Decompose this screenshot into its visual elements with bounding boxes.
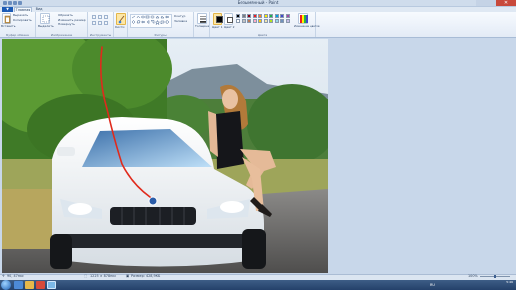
palette-swatch[interactable]	[241, 19, 246, 23]
palette-swatch[interactable]	[247, 14, 251, 18]
color-picker-icon[interactable]	[98, 21, 102, 25]
cursor-position: 90, 47пкс	[7, 274, 24, 278]
shapes-group-label: Фигуры	[154, 33, 167, 37]
edit-colors-button[interactable]	[298, 13, 308, 24]
cursor-icon: ✛	[2, 274, 5, 278]
selection-icon: ⬚	[84, 274, 88, 278]
save-icon[interactable]	[8, 1, 12, 5]
size-label: Толщина	[195, 24, 210, 28]
tools-group-label: Инструменты	[89, 33, 112, 37]
fill-bucket-icon[interactable]	[98, 15, 102, 19]
taskbar-explorer-icon[interactable]	[25, 281, 34, 289]
palette-swatch[interactable]	[280, 19, 284, 23]
eraser-icon[interactable]	[92, 21, 96, 25]
select-rectangle-icon	[42, 15, 49, 23]
edit-colors-label: Изменение цветов	[294, 25, 320, 28]
selection-size: 1225 × 878пкс	[90, 274, 117, 278]
shape-outline-button[interactable]: Контур	[174, 14, 185, 19]
paste-button[interactable]	[2, 13, 11, 24]
color-palette	[236, 14, 291, 24]
palette-swatch[interactable]	[236, 19, 240, 23]
line-thickness-icon	[199, 16, 206, 23]
color1-button[interactable]	[213, 13, 223, 25]
close-button[interactable]: ✕	[496, 0, 516, 6]
size-button[interactable]	[197, 13, 207, 24]
clipboard-icon	[4, 15, 10, 23]
colors-group-label: Цвета	[257, 33, 268, 37]
palette-swatch[interactable]	[263, 14, 268, 18]
palette-swatch[interactable]	[247, 19, 251, 23]
undo-icon[interactable]	[13, 1, 17, 5]
palette-swatch[interactable]	[269, 14, 273, 18]
language-indicator[interactable]: RU	[430, 281, 435, 289]
color1-swatch	[215, 16, 223, 23]
brushes-group: Кисти	[114, 12, 128, 37]
palette-swatch[interactable]	[269, 19, 273, 23]
rotate-button[interactable]: Повернуть	[58, 22, 75, 27]
text-tool-icon[interactable]	[104, 15, 108, 19]
brushes-button[interactable]	[116, 13, 126, 25]
palette-swatch[interactable]	[274, 19, 279, 23]
color1-label: Цвет 1	[212, 25, 223, 29]
canvas-photo	[2, 39, 328, 273]
palette-swatch[interactable]	[241, 14, 246, 18]
select-button[interactable]	[40, 13, 50, 24]
color2-swatch	[227, 17, 233, 23]
color2-label: Цвет 2	[224, 25, 235, 29]
tools-group: Инструменты	[88, 12, 114, 37]
window-title: Безымянный - Paint	[237, 0, 279, 5]
maximize-button[interactable]	[486, 0, 496, 6]
magnifier-icon[interactable]	[104, 21, 108, 25]
palette-swatch[interactable]	[252, 14, 257, 18]
shapes-gallery-icons	[131, 15, 170, 26]
taskbar-paint-icon[interactable]	[47, 281, 56, 289]
quick-access-toolbar	[3, 1, 22, 5]
size-group: Толщина	[194, 12, 210, 37]
zoom-slider-thumb[interactable]	[494, 275, 496, 278]
color2-button[interactable]	[224, 13, 233, 25]
palette-swatch[interactable]	[285, 14, 290, 18]
zoom-level: 100%	[468, 274, 478, 278]
drawing-canvas[interactable]	[2, 39, 328, 273]
palette-swatch[interactable]	[236, 14, 240, 18]
minimize-button[interactable]	[476, 0, 486, 6]
shapes-group: Контур Заливка Фигуры	[128, 12, 194, 37]
cut-button[interactable]: Вырезать	[13, 13, 28, 18]
palette-swatch[interactable]	[280, 14, 284, 18]
ribbon: Вставить Вырезать Копировать Буфер обмен…	[0, 12, 516, 38]
brush-icon	[118, 15, 124, 24]
app-menu-icon[interactable]	[3, 1, 7, 5]
redo-icon[interactable]	[18, 1, 22, 5]
color-wheel-icon	[299, 15, 308, 23]
crop-button[interactable]: Обрезать	[58, 13, 73, 18]
palette-swatch[interactable]	[258, 14, 262, 18]
palette-swatch[interactable]	[252, 19, 257, 23]
select-label: Выделить	[38, 24, 54, 28]
image-group-label: Изображение	[50, 33, 73, 37]
start-button-icon[interactable]	[1, 280, 11, 290]
file-size: Размер: 428,9КБ	[131, 274, 161, 278]
file-size-icon: ▣	[126, 274, 130, 278]
clipboard-group-label: Буфер обмена	[6, 33, 29, 37]
copy-button[interactable]: Копировать	[13, 18, 32, 23]
palette-swatch[interactable]	[285, 19, 290, 23]
palette-swatch[interactable]	[258, 19, 262, 23]
tray-clock[interactable]: 5:46	[506, 280, 513, 290]
shapes-gallery[interactable]	[130, 14, 172, 28]
taskbar-media-icon[interactable]	[36, 281, 45, 289]
image-group: Выделить Обрезать Изменить размер Поверн…	[36, 12, 88, 37]
clipboard-group: Вставить Вырезать Копировать Буфер обмен…	[0, 12, 36, 37]
pencil-icon[interactable]	[92, 15, 96, 19]
palette-swatch[interactable]	[263, 19, 268, 23]
shape-fill-button[interactable]: Заливка	[174, 19, 187, 24]
taskbar-ie-icon[interactable]	[14, 281, 23, 289]
colors-group: Цвет 1 Цвет 2 Изменение цветов Цвета	[210, 12, 320, 37]
palette-swatch[interactable]	[274, 14, 279, 18]
brushes-label: Кисти	[115, 25, 125, 29]
title-bar: Безымянный - Paint	[0, 0, 516, 7]
taskbar	[0, 280, 516, 290]
paste-label: Вставить	[1, 24, 16, 28]
